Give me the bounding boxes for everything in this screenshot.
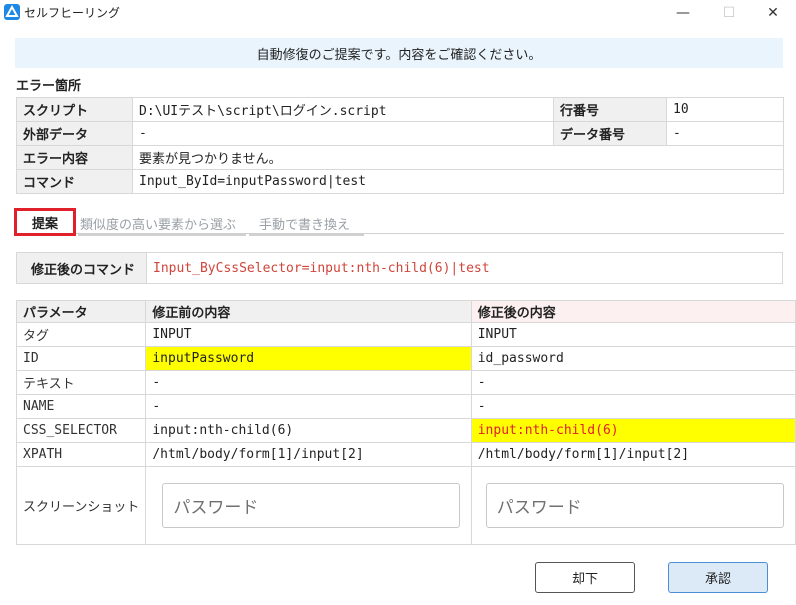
minimize-button[interactable]: — (660, 0, 706, 26)
info-banner: 自動修復のご提案です。内容をご確認ください。 (15, 38, 783, 68)
approve-button[interactable]: 承認 (668, 562, 768, 593)
param-cell: ID (15, 346, 147, 371)
screenshot-label: スクリーンショット (15, 466, 147, 545)
data-number-label: データ番号 (553, 121, 667, 146)
title-bar: セルフヒーリング — ☐ ✕ (0, 0, 796, 26)
table-row: 外部データ - データ番号 - (16, 121, 784, 146)
corrected-command-value: Input_ByCssSelector=input:nth-child(6)|t… (153, 260, 490, 276)
after-cell-highlighted: input:nth-child(6) (470, 418, 796, 443)
command-value: Input_ById=inputPassword|test (132, 169, 784, 194)
table-row: XPATH /html/body/form[1]/input[2] /html/… (15, 442, 796, 467)
after-screenshot: パスワード (485, 483, 784, 528)
before-cell: - (145, 370, 472, 395)
table-row: テキスト - - (15, 370, 796, 395)
screenshot-row: スクリーンショット パスワード パスワード (15, 466, 796, 545)
line-value: 10 (666, 97, 784, 122)
comparison-table: パラメータ 修正前の内容 修正後の内容 タグ INPUT INPUT ID in… (15, 300, 796, 545)
table-header-row: パラメータ 修正前の内容 修正後の内容 (15, 300, 796, 323)
before-cell: /html/body/form[1]/input[2] (145, 442, 472, 467)
error-section-label: エラー箇所 (16, 79, 82, 94)
app-logo-icon (4, 4, 20, 20)
table-row: タグ INPUT INPUT (15, 322, 796, 347)
before-cell-highlighted: inputPassword (145, 346, 472, 371)
before-cell: - (145, 394, 472, 419)
before-screenshot-cell: パスワード (145, 466, 472, 545)
external-data-label: 外部データ (16, 121, 133, 146)
before-cell: INPUT (145, 322, 472, 347)
corrected-command-label: 修正後のコマンド (17, 253, 147, 283)
after-cell: INPUT (470, 322, 796, 347)
header-after: 修正後の内容 (470, 300, 796, 323)
data-number-value: - (666, 121, 784, 146)
after-cell: id_password (470, 346, 796, 371)
param-cell: タグ (15, 322, 147, 347)
table-row: エラー内容 要素が見つかりません。 (16, 145, 784, 170)
before-cell: input:nth-child(6) (145, 418, 472, 443)
tab-bar: 提案 類似度の高い要素から選ぶ 手動で書き換え (14, 208, 784, 236)
command-label: コマンド (16, 169, 133, 194)
tab-manual-rewrite[interactable]: 手動で書き換え (249, 212, 364, 236)
header-before: 修正前の内容 (145, 300, 472, 323)
table-row: コマンド Input_ById=inputPassword|test (16, 169, 784, 194)
table-row: ID inputPassword id_password (15, 346, 796, 371)
reject-button[interactable]: 却下 (535, 562, 635, 593)
error-content-label: エラー内容 (16, 145, 133, 170)
external-data-value: - (132, 121, 554, 146)
after-cell: - (470, 394, 796, 419)
before-screenshot: パスワード (162, 483, 461, 528)
tab-similar-elements[interactable]: 類似度の高い要素から選ぶ (78, 212, 246, 236)
script-label: スクリプト (16, 97, 133, 122)
error-info-table: スクリプト D:\UIテスト\script\ログイン.script 行番号 10… (16, 97, 784, 194)
close-button[interactable]: ✕ (750, 0, 796, 26)
table-row: NAME - - (15, 394, 796, 419)
header-parameter: パラメータ (15, 300, 147, 323)
table-row: CSS_SELECTOR input:nth-child(6) input:nt… (15, 418, 796, 443)
after-cell: - (470, 370, 796, 395)
param-cell: XPATH (15, 442, 147, 467)
after-screenshot-cell: パスワード (470, 466, 796, 545)
table-row: スクリプト D:\UIテスト\script\ログイン.script 行番号 10 (16, 97, 784, 122)
tab-proposal[interactable]: 提案 (14, 208, 76, 236)
script-value: D:\UIテスト\script\ログイン.script (132, 97, 554, 122)
window-title: セルフヒーリング (24, 6, 121, 20)
maximize-button[interactable]: ☐ (706, 0, 752, 26)
param-cell: CSS_SELECTOR (15, 418, 147, 443)
error-content-value: 要素が見つかりません。 (132, 145, 784, 170)
line-label: 行番号 (553, 97, 667, 122)
corrected-command-row: 修正後のコマンド Input_ByCssSelector=input:nth-c… (16, 252, 783, 284)
after-cell: /html/body/form[1]/input[2] (470, 442, 796, 467)
param-cell: テキスト (15, 370, 147, 395)
param-cell: NAME (15, 394, 147, 419)
